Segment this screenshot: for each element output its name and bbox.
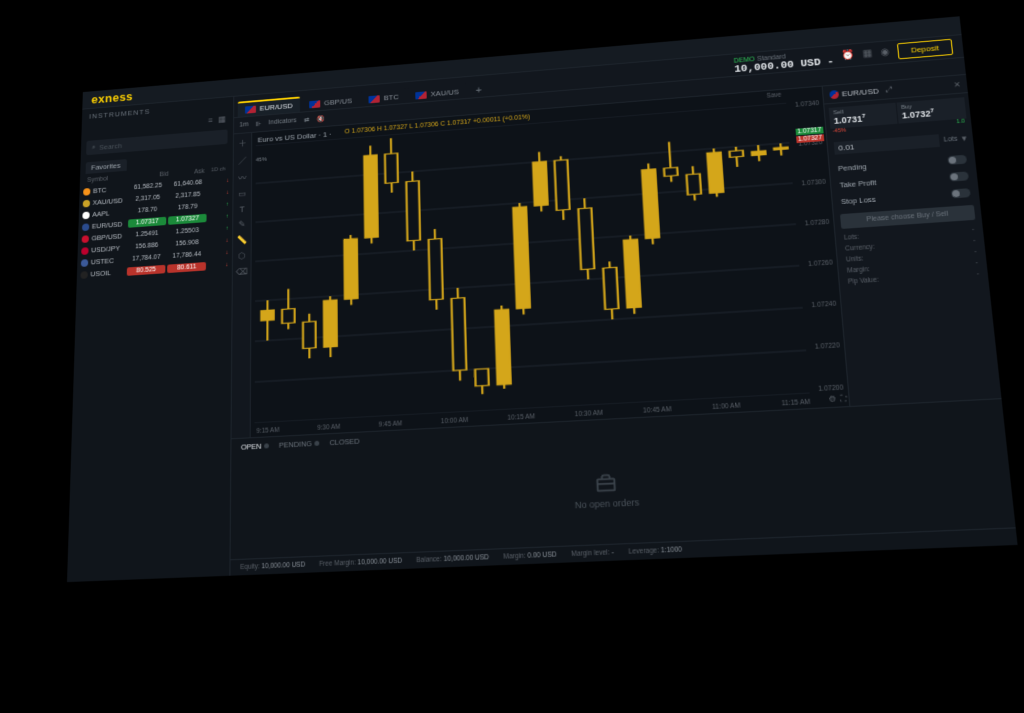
price-chart[interactable]: Euro vs US Dollar · 1 · O 1.07306 H 1.07… — [251, 87, 850, 438]
indicators-button[interactable]: Indicators — [269, 118, 297, 127]
volume-unit[interactable]: Lots — [943, 136, 958, 144]
drawing-tools: ＋ ／ 〰 ▭ T ✎ 📏 ⬡ ⌫ — [231, 133, 252, 438]
orders-tab-closed[interactable]: CLOSED — [329, 437, 359, 448]
chart-corner-tools[interactable]: ⚙⛶ — [828, 394, 847, 405]
alarm-icon[interactable]: ⏰ — [841, 50, 855, 61]
sl-label: Stop Loss — [841, 195, 877, 206]
orders-tab-open[interactable]: OPEN — [241, 441, 269, 451]
magnet-icon[interactable]: ⬡ — [238, 251, 245, 262]
trendline-icon[interactable]: ／ — [238, 154, 246, 166]
add-tab-button[interactable]: + — [472, 84, 486, 98]
pending-label: Pending — [838, 162, 867, 173]
expand-icon[interactable]: ⤢ — [885, 85, 893, 95]
sidebar: INSTRUMENTS ≡▦ ⌕ Search Favorites Symbol… — [67, 97, 234, 582]
text-icon[interactable]: T — [240, 205, 245, 215]
briefcase-icon — [594, 471, 618, 495]
sound-icon[interactable]: 🔇 — [317, 115, 325, 123]
save-button[interactable]: Save — [766, 92, 781, 100]
crosshair-icon[interactable]: ＋ — [238, 137, 246, 149]
candle-type-icon[interactable]: ⊪ — [256, 120, 262, 128]
close-panel-icon[interactable]: ✕ — [953, 80, 961, 89]
sell-button[interactable]: Sell 1.07317 -45% — [829, 103, 898, 129]
trade-pair: EUR/USD — [841, 86, 879, 98]
orders-tab-pending[interactable]: PENDING — [279, 439, 320, 450]
fib-icon[interactable]: 〰 — [238, 171, 246, 184]
pair-flag-icon — [829, 90, 839, 99]
ruler-icon[interactable]: 📏 — [237, 235, 247, 246]
compare-icon[interactable]: ⇄ — [304, 116, 309, 124]
logo: exness — [91, 90, 133, 107]
buy-button[interactable]: Buy 1.07327 1.0 — [897, 97, 967, 123]
sl-toggle[interactable] — [951, 188, 971, 198]
brush-icon[interactable]: ✎ — [238, 219, 245, 230]
main: EUR/USDGBP/USBTCXAU/US + DEMO Standard 1… — [230, 35, 1017, 576]
eraser-icon[interactable]: ⌫ — [236, 267, 248, 278]
settings-icon: ⚙ — [828, 394, 837, 405]
volume-input[interactable] — [834, 134, 940, 155]
search-icon: ⌕ — [92, 143, 96, 152]
tp-toggle[interactable] — [949, 171, 969, 181]
stepper-icon[interactable]: ▾ — [961, 133, 967, 144]
user-icon[interactable]: ◉ — [880, 47, 890, 58]
shapes-icon[interactable]: ▭ — [238, 189, 246, 200]
pending-toggle[interactable] — [947, 155, 967, 165]
fullscreen-icon: ⛶ — [840, 394, 847, 405]
trade-panel: EUR/USD ⤢ ✕ Sell 1.07317 -45% Buy 1.0732… — [822, 75, 1002, 406]
tp-label: Take Profit — [839, 178, 877, 189]
app-window: exness INSTRUMENTS ≡▦ ⌕ Search Favorites… — [67, 16, 1018, 582]
deposit-button[interactable]: Deposit — [897, 39, 953, 60]
grid-icon[interactable]: ▦ — [862, 48, 873, 59]
timeframe-select[interactable]: 1m — [239, 121, 248, 128]
